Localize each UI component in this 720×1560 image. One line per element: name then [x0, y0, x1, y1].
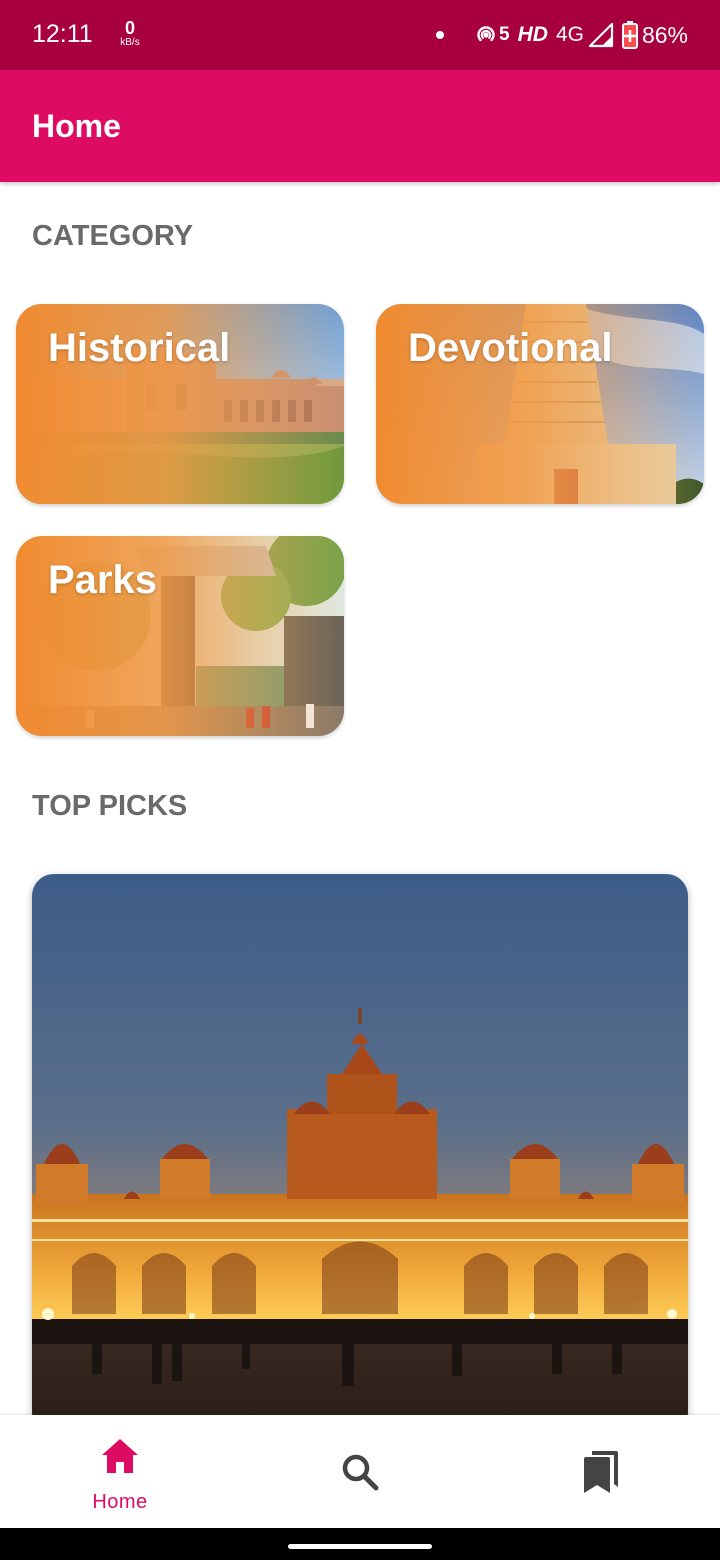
page-title: Home — [32, 108, 121, 144]
category-section-title: CATEGORY — [32, 220, 194, 252]
search-icon — [342, 1454, 379, 1491]
nav-bookmarks[interactable] — [480, 1415, 720, 1528]
illuminated-palace-night-photo — [32, 874, 688, 1434]
home-screen: 12:11 0 kB/s 5 HD 4G 86% Home CATEGORY H… — [0, 0, 720, 1560]
network-type: 4G — [555, 23, 584, 46]
hd-voice-badge: HD — [517, 23, 548, 46]
category-card-parks[interactable]: Parks — [16, 536, 344, 736]
battery-percent: 86% — [641, 21, 688, 48]
gesture-handle[interactable] — [288, 1544, 432, 1549]
network-speed: 0 kB/s — [116, 19, 144, 48]
category-label: Devotional — [408, 326, 613, 370]
notification-dot-icon — [436, 31, 445, 39]
hotspot-indicator: 5 — [474, 23, 510, 47]
nav-search[interactable] — [240, 1415, 480, 1528]
status-icons: 5 HD 4G 86% — [436, 18, 688, 52]
category-card-devotional[interactable]: Devotional — [376, 304, 704, 504]
top-picks-section-title: TOP PICKS — [32, 790, 188, 822]
system-gesture-bar — [0, 1528, 720, 1560]
bookmarks-icon — [584, 1451, 618, 1493]
hotspot-count: 5 — [499, 24, 510, 45]
signal-strength-icon — [588, 22, 614, 48]
category-card-historical[interactable]: Historical — [16, 304, 344, 504]
top-pick-card[interactable] — [32, 874, 688, 1434]
home-icon — [102, 1439, 138, 1473]
battery-indicator: 86% — [621, 21, 688, 49]
nav-home[interactable]: Home — [0, 1415, 240, 1528]
hotspot-icon — [477, 26, 495, 42]
category-label: Parks — [48, 558, 157, 602]
app-bar: Home — [0, 70, 720, 182]
network-speed-unit: kB/s — [120, 37, 140, 48]
battery-saver-icon — [621, 21, 638, 49]
nav-home-label: Home — [92, 1491, 148, 1513]
category-label: Historical — [48, 326, 231, 370]
network-speed-value: 0 — [124, 18, 135, 38]
bottom-navigation: Home — [0, 1415, 720, 1528]
status-time: 12:11 — [32, 20, 93, 48]
status-bar: 12:11 0 kB/s 5 HD 4G 86% — [0, 0, 720, 70]
